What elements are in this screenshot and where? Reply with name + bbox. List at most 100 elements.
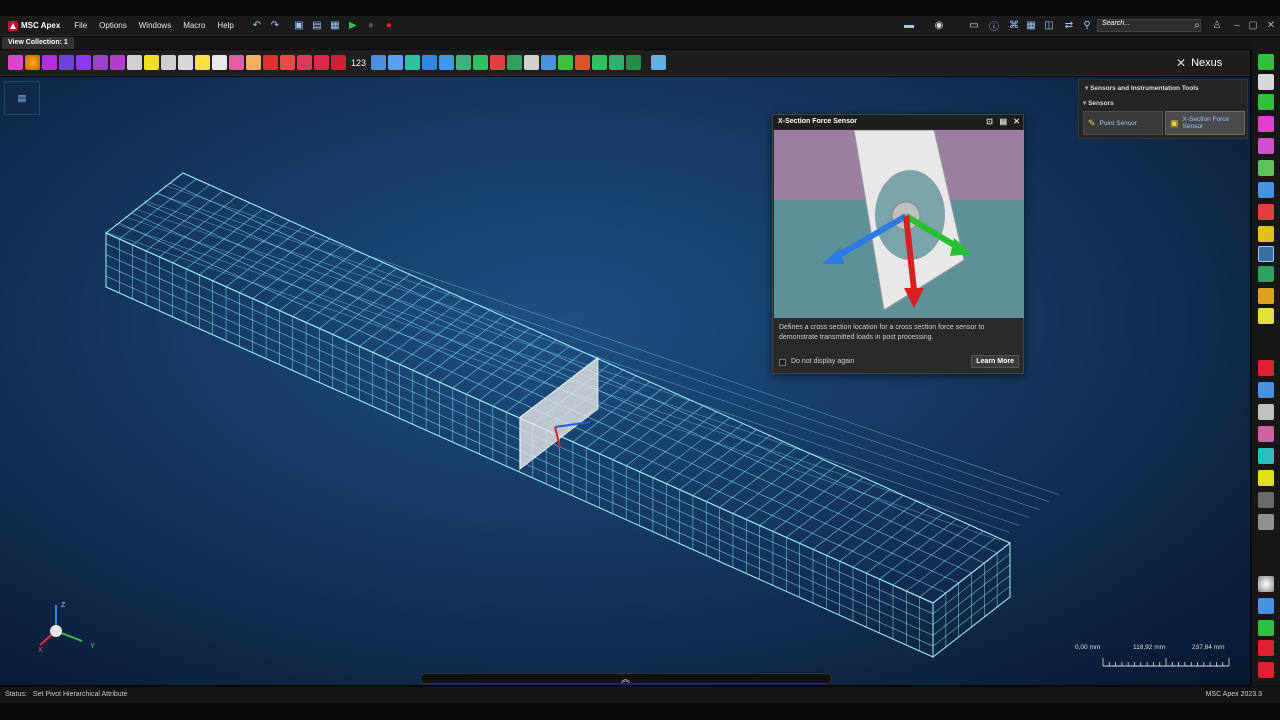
shell-tool-icon[interactable]	[439, 55, 455, 70]
maximize-icon[interactable]: ▢	[1246, 19, 1260, 33]
sensors-icon[interactable]	[1258, 246, 1274, 262]
help-icon[interactable]: ⓘ	[987, 19, 1001, 33]
sphere-tool-icon[interactable]	[25, 55, 40, 70]
mesh-model[interactable]	[0, 77, 1250, 685]
menu-options[interactable]: Options	[93, 21, 133, 30]
constraint-tool-icon[interactable]	[575, 55, 591, 70]
cube-select-icon[interactable]	[110, 55, 125, 70]
result-icon[interactable]	[1258, 662, 1274, 678]
property-icon[interactable]	[1258, 182, 1274, 198]
geometry-view-icon[interactable]	[1258, 74, 1274, 90]
menu-help[interactable]: Help	[211, 21, 239, 30]
stack-green-icon[interactable]	[1258, 620, 1274, 636]
solid-tool-icon[interactable]	[42, 55, 57, 70]
nexus-button[interactable]: ✕ Nexus	[1176, 54, 1236, 72]
cut-tool-icon[interactable]	[297, 55, 312, 70]
mid-icon[interactable]	[1258, 640, 1274, 656]
menu-file[interactable]: File	[68, 21, 93, 30]
move-tool-icon[interactable]	[127, 55, 142, 70]
step-icon[interactable]: ●	[364, 19, 378, 33]
assembly-icon[interactable]	[1258, 138, 1274, 154]
cube-mesh-icon[interactable]	[93, 55, 108, 70]
xsection-sensor-button[interactable]: ▣ X-Section Force Sensor	[1165, 111, 1245, 135]
transfer-icon[interactable]	[1258, 448, 1274, 464]
study-icon[interactable]	[1258, 288, 1274, 304]
merge-tool-icon[interactable]	[229, 55, 244, 70]
simulation-icon[interactable]	[1258, 266, 1274, 282]
record-icon[interactable]: ●	[382, 19, 396, 33]
connections-icon[interactable]	[1258, 204, 1274, 220]
export-icon[interactable]: ▦	[328, 19, 342, 33]
grid-icon[interactable]: ▦	[1024, 19, 1038, 33]
point-sensor-button[interactable]: ✎ Point Sensor	[1083, 111, 1163, 135]
tree-icon[interactable]: ⌘	[1007, 19, 1021, 33]
popup-doc-icon[interactable]: ▤	[999, 115, 1007, 129]
material-icon[interactable]	[1258, 160, 1274, 176]
camera-video-icon[interactable]: ▬	[902, 19, 916, 33]
mesh-tool-icon[interactable]	[371, 55, 387, 70]
apex-tool-icon[interactable]	[651, 55, 667, 70]
do-not-display-checkbox[interactable]	[779, 359, 786, 366]
transform-tool-icon[interactable]	[161, 55, 176, 70]
post-a-icon[interactable]	[1258, 360, 1274, 376]
rotate-tool-icon[interactable]	[592, 55, 608, 70]
close-icon[interactable]: ✕	[1264, 19, 1278, 33]
layers-icon[interactable]	[1258, 94, 1274, 110]
numbering-tool[interactable]: 123	[351, 58, 366, 68]
offset-tool-icon[interactable]	[314, 55, 329, 70]
camera-icon[interactable]: ◉	[932, 19, 946, 33]
cube-green-icon[interactable]	[1258, 54, 1274, 70]
beam-tool-icon[interactable]	[422, 55, 438, 70]
minimize-icon[interactable]: –	[1230, 19, 1244, 33]
surface-tool-icon[interactable]	[144, 55, 159, 70]
link-icon[interactable]: ⇄	[1062, 19, 1076, 33]
layout-icon[interactable]: ◫	[1042, 19, 1056, 33]
intersect-tool-icon[interactable]	[331, 55, 346, 70]
window-icon[interactable]: ▭	[967, 19, 981, 33]
popup-pin-icon[interactable]: ⊡	[986, 115, 993, 129]
contour-icon[interactable]	[1258, 382, 1274, 398]
user-icon[interactable]: ♙	[1210, 19, 1224, 33]
probe-icon[interactable]	[1258, 492, 1274, 508]
save-icon[interactable]: ▣	[292, 19, 306, 33]
check-tool-icon[interactable]	[524, 55, 540, 70]
save-as-icon[interactable]: ▤	[310, 19, 324, 33]
search-icon[interactable]: ⌕	[1190, 19, 1204, 33]
bottom-panel-handle[interactable]: ︽	[420, 673, 832, 684]
delete-tool-icon[interactable]	[263, 55, 278, 70]
geometry-tool-icon[interactable]	[8, 55, 23, 70]
hammer-icon[interactable]	[1258, 404, 1274, 420]
cube-edit-icon[interactable]	[76, 55, 91, 70]
graphics-viewport[interactable]: ▤ Z X Y 0,00 mm 118,92 mm 237,84 mm	[0, 77, 1250, 685]
view-collection-tab[interactable]: View Collection: 1	[2, 37, 74, 49]
learn-more-button[interactable]: Learn More	[971, 355, 1019, 368]
nvh-icon[interactable]	[1258, 470, 1274, 486]
seed-tool-icon[interactable]	[405, 55, 421, 70]
hex-mesh-icon[interactable]	[507, 55, 523, 70]
parts-icon[interactable]	[1258, 116, 1274, 132]
fit-tool-icon[interactable]	[609, 55, 625, 70]
quality-tool-icon[interactable]	[473, 55, 489, 70]
connect-tool-icon[interactable]	[280, 55, 295, 70]
pattern-tool-icon[interactable]	[178, 55, 193, 70]
chart-icon[interactable]	[1258, 514, 1274, 530]
cube-tool-icon[interactable]	[59, 55, 74, 70]
deform-icon[interactable]	[1258, 426, 1274, 442]
play-icon[interactable]: ▶	[346, 19, 360, 33]
menu-macro[interactable]: Macro	[177, 21, 211, 30]
split-tool-icon[interactable]	[195, 55, 210, 70]
mesh-edit-icon[interactable]	[388, 55, 404, 70]
stack-icon[interactable]	[1258, 598, 1274, 614]
render-tool-icon[interactable]	[626, 55, 642, 70]
search-input[interactable]: Search...	[1097, 19, 1201, 32]
morph-tool-icon[interactable]	[541, 55, 557, 70]
popup-close-icon[interactable]: ✕	[1013, 115, 1020, 129]
loads-tool-icon[interactable]	[558, 55, 574, 70]
redo-icon[interactable]: ↷	[268, 19, 282, 33]
element-tool-icon[interactable]	[490, 55, 506, 70]
fill-tool-icon[interactable]	[246, 55, 261, 70]
node-tool-icon[interactable]	[456, 55, 472, 70]
solve-icon[interactable]	[1258, 308, 1274, 324]
undo-icon[interactable]: ↶	[250, 19, 264, 33]
menu-windows[interactable]: Windows	[133, 21, 177, 30]
